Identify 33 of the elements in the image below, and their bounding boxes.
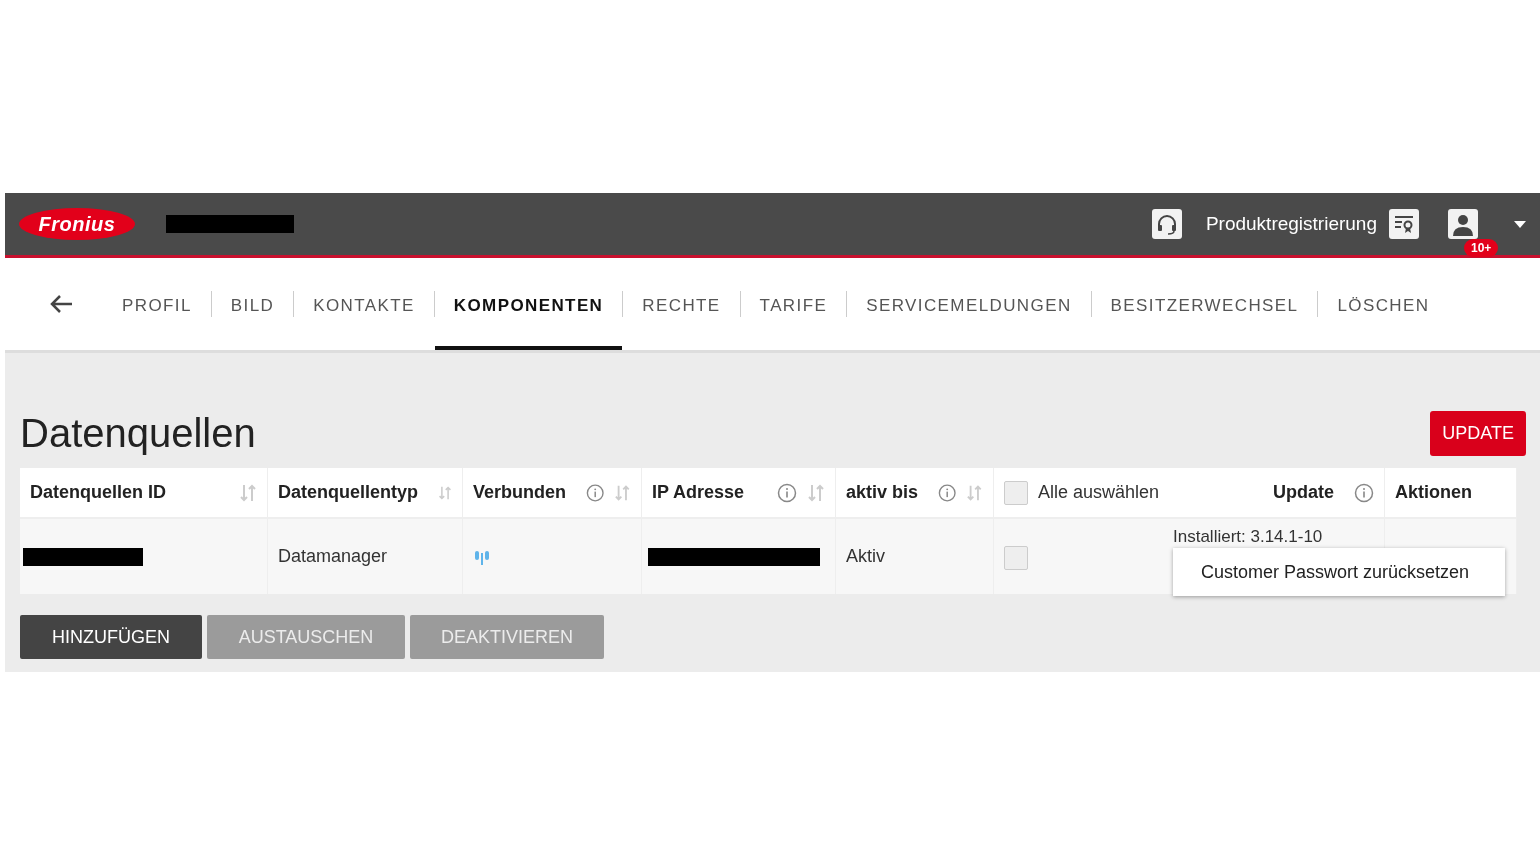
tab[interactable]: BESITZERWECHSEL: [1091, 258, 1318, 350]
column-label: Datenquellen ID: [30, 482, 167, 503]
product-registration-link[interactable]: Produktregistrierung: [1205, 213, 1377, 235]
column-label: Verbunden: [473, 482, 566, 503]
section-title: Datenquellen: [20, 411, 256, 456]
sort-icon[interactable]: [807, 482, 825, 503]
action-button[interactable]: HINZUFÜGEN: [20, 615, 202, 659]
table-cell: Aktiv: [836, 519, 994, 594]
headset-icon[interactable]: [1151, 209, 1182, 239]
sort-icon[interactable]: [239, 482, 257, 503]
tab[interactable]: SERVICEMELDUNGEN: [847, 258, 1091, 350]
tab[interactable]: LÖSCHEN: [1318, 258, 1449, 350]
column-label: Datenquellentyp: [278, 482, 419, 503]
tab[interactable]: PROFIL: [103, 258, 211, 350]
select-all-checkbox[interactable]: [1004, 480, 1028, 505]
tab[interactable]: RECHTE: [623, 258, 740, 350]
back-arrow-icon[interactable]: [49, 294, 73, 314]
column-label: Aktionen: [1395, 482, 1472, 503]
column-label: IP Adresse: [652, 482, 745, 503]
tab[interactable]: BILD: [211, 258, 294, 350]
tab[interactable]: KONTAKTE: [294, 258, 434, 350]
row-checkbox[interactable]: [1004, 546, 1028, 570]
user-icon[interactable]: [1448, 209, 1478, 239]
column-label: Update: [1273, 482, 1334, 503]
column-label: aktiv bis: [846, 482, 919, 503]
notification-badge: 10+: [1464, 239, 1499, 257]
tab[interactable]: TARIFE: [740, 258, 847, 350]
caret-icon[interactable]: [1514, 220, 1526, 228]
table-cell: Datamanager: [268, 519, 463, 594]
certificate-icon[interactable]: [1389, 209, 1419, 239]
select-all-label: Alle auswählen: [1038, 482, 1160, 503]
update-button[interactable]: UPDATE: [1430, 411, 1526, 456]
logo: Fronius: [19, 208, 135, 240]
